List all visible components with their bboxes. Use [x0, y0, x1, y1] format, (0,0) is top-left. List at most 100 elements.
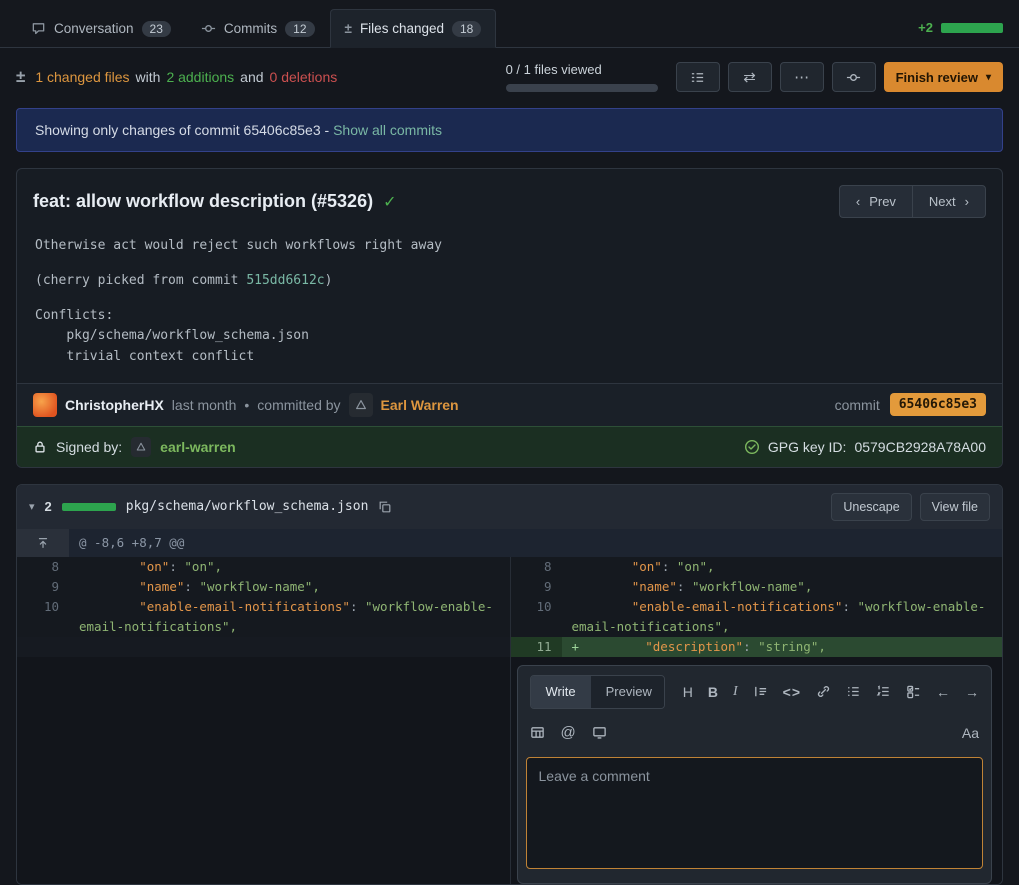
italic-icon[interactable]: I [733, 682, 738, 702]
separator-dot: • [244, 397, 249, 413]
comment-textarea[interactable] [526, 757, 984, 869]
left-code-line[interactable]: "enable-email-notifications": "workflow-… [69, 597, 510, 637]
right-line-number[interactable]: 9 [510, 577, 562, 597]
tab-commits-label: Commits [224, 21, 277, 36]
commit-sha-badge[interactable]: 65406c85e3 [890, 393, 986, 416]
tab-files-changed[interactable]: ± Files changed 18 [330, 9, 497, 48]
cherry-pick-hash-link[interactable]: 515dd6612c [246, 273, 324, 288]
author-avatar[interactable] [33, 393, 57, 417]
heading-icon[interactable]: H [683, 682, 693, 702]
file-diff-box: ▾ 2 pkg/schema/workflow_schema.json Unes… [16, 484, 1003, 885]
signer-avatar[interactable] [131, 437, 151, 457]
signer-name-link[interactable]: earl-warren [160, 439, 235, 455]
bold-icon[interactable]: B [708, 682, 718, 702]
tab-write[interactable]: Write [531, 676, 591, 708]
undo-icon[interactable]: ← [936, 682, 950, 702]
markdown-toolbar: H B I <> [683, 682, 979, 702]
commit-icon [201, 21, 216, 36]
left-empty-line [69, 637, 510, 657]
pr-tab-bar: Conversation 23 Commits 12 ± Files chang… [0, 0, 1019, 48]
font-toggle-icon[interactable]: Aa [962, 723, 979, 743]
left-line-number[interactable]: 8 [17, 557, 69, 577]
left-empty-gutter [17, 637, 69, 657]
file-tree-toggle-button[interactable] [676, 62, 720, 92]
copy-filename-icon[interactable] [378, 500, 392, 514]
changed-files-link[interactable]: 1 changed files [35, 69, 129, 85]
right-line-number-added[interactable]: 11 [510, 637, 562, 657]
tab-commits[interactable]: Commits 12 [186, 9, 330, 48]
split-diff-grid: @ -8,6 +8,7 @@ 8 "on": "on", 8 "on": "on… [17, 529, 1002, 884]
task-list-icon[interactable] [906, 684, 921, 699]
signed-commit-row: Signed by: earl-warren GPG key ID: 0579C… [17, 426, 1002, 467]
left-line-number[interactable]: 9 [17, 577, 69, 597]
mention-icon[interactable]: @ [561, 723, 576, 743]
commit-icon [846, 70, 861, 85]
unordered-list-icon[interactable] [846, 684, 861, 699]
commit-box: feat: allow workflow description (#5326)… [16, 168, 1003, 468]
right-line-number[interactable]: 8 [510, 557, 562, 577]
diff-view-style-button[interactable]: ⇄ [728, 62, 772, 92]
table-icon[interactable] [530, 725, 545, 740]
prev-commit-button[interactable]: ‹ Prev [839, 185, 912, 218]
left-code-line[interactable]: "name": "workflow-name", [69, 577, 510, 597]
collapse-file-icon[interactable]: ▾ [29, 500, 35, 513]
reference-icon[interactable] [592, 725, 607, 740]
show-all-commits-link[interactable]: Show all commits [333, 122, 442, 138]
caret-down-icon: ▾ [986, 72, 991, 83]
conversation-count-badge: 23 [142, 21, 171, 37]
files-changed-count-badge: 18 [452, 21, 481, 37]
tab-preview[interactable]: Preview [591, 676, 665, 708]
code-icon[interactable]: <> [783, 682, 801, 702]
commit-message-line2: (cherry picked from commit 515dd6612c) [35, 271, 984, 291]
right-code-line[interactable]: "enable-email-notifications": "workflow-… [562, 597, 1003, 637]
commit-filter-banner: Showing only changes of commit 65406c85e… [16, 108, 1003, 152]
right-line-number[interactable]: 10 [510, 597, 562, 637]
prev-label: Prev [869, 194, 896, 209]
right-code-line-added[interactable]: + "description": "string", [562, 637, 1003, 657]
ellipsis-icon: ⋯ [794, 68, 809, 86]
finish-review-button[interactable]: Finish review ▾ [884, 62, 1003, 92]
lock-icon [33, 440, 47, 454]
comment-editor: Write Preview H B I <> [517, 665, 993, 884]
right-code-line[interactable]: "on": "on", [562, 557, 1003, 577]
commit-time: last month [172, 397, 237, 413]
tab-conversation[interactable]: Conversation 23 [16, 9, 186, 48]
commit-message-line1: Otherwise act would reject such workflow… [35, 236, 984, 256]
diff-file-icon: ± [16, 67, 25, 87]
diff-icon: ± [345, 21, 352, 36]
diff-options-button[interactable]: ⋯ [780, 62, 824, 92]
commit-select-button[interactable] [832, 62, 876, 92]
editor-body [518, 749, 992, 883]
global-diff-stat: +2 [918, 8, 1003, 47]
left-line-number[interactable]: 10 [17, 597, 69, 637]
unescape-button[interactable]: Unescape [831, 493, 911, 521]
commit-header: feat: allow workflow description (#5326)… [17, 169, 1002, 234]
right-code-line[interactable]: "name": "workflow-name", [562, 577, 1003, 597]
commit-author-row: ChristopherHX last month • committed by … [17, 383, 1002, 426]
gpg-key-block: GPG key ID: 0579CB2928A78A00 [744, 439, 986, 455]
commit-sha-block: commit 65406c85e3 [835, 393, 986, 416]
file-name: pkg/schema/workflow_schema.json [126, 499, 369, 514]
blockquote-icon[interactable] [753, 684, 768, 699]
committer-avatar[interactable] [349, 393, 373, 417]
author-name[interactable]: ChristopherHX [65, 397, 164, 413]
ordered-list-icon[interactable] [876, 684, 891, 699]
left-code-line[interactable]: "on": "on", [69, 557, 510, 577]
next-commit-button[interactable]: Next › [912, 185, 986, 218]
swap-view-icon: ⇄ [743, 68, 756, 86]
deletions-text: 0 deletions [270, 69, 338, 85]
commit-label: commit [835, 397, 880, 413]
view-file-button[interactable]: View file [920, 493, 990, 521]
committed-by-text: committed by [257, 397, 340, 413]
comment-icon [31, 21, 46, 36]
editor-toolbar-row: Write Preview H B I <> [518, 666, 992, 715]
additions-count: +2 [918, 20, 933, 35]
files-viewed-label: 0 / 1 files viewed [506, 62, 658, 77]
commits-count-badge: 12 [285, 21, 314, 37]
link-icon[interactable] [816, 684, 831, 699]
expand-hunk-button[interactable] [17, 529, 69, 557]
additions-text: 2 additions [166, 69, 234, 85]
committer-name-link[interactable]: Earl Warren [381, 397, 459, 413]
redo-icon[interactable]: → [965, 682, 979, 702]
commit-pager: ‹ Prev Next › [839, 185, 986, 218]
